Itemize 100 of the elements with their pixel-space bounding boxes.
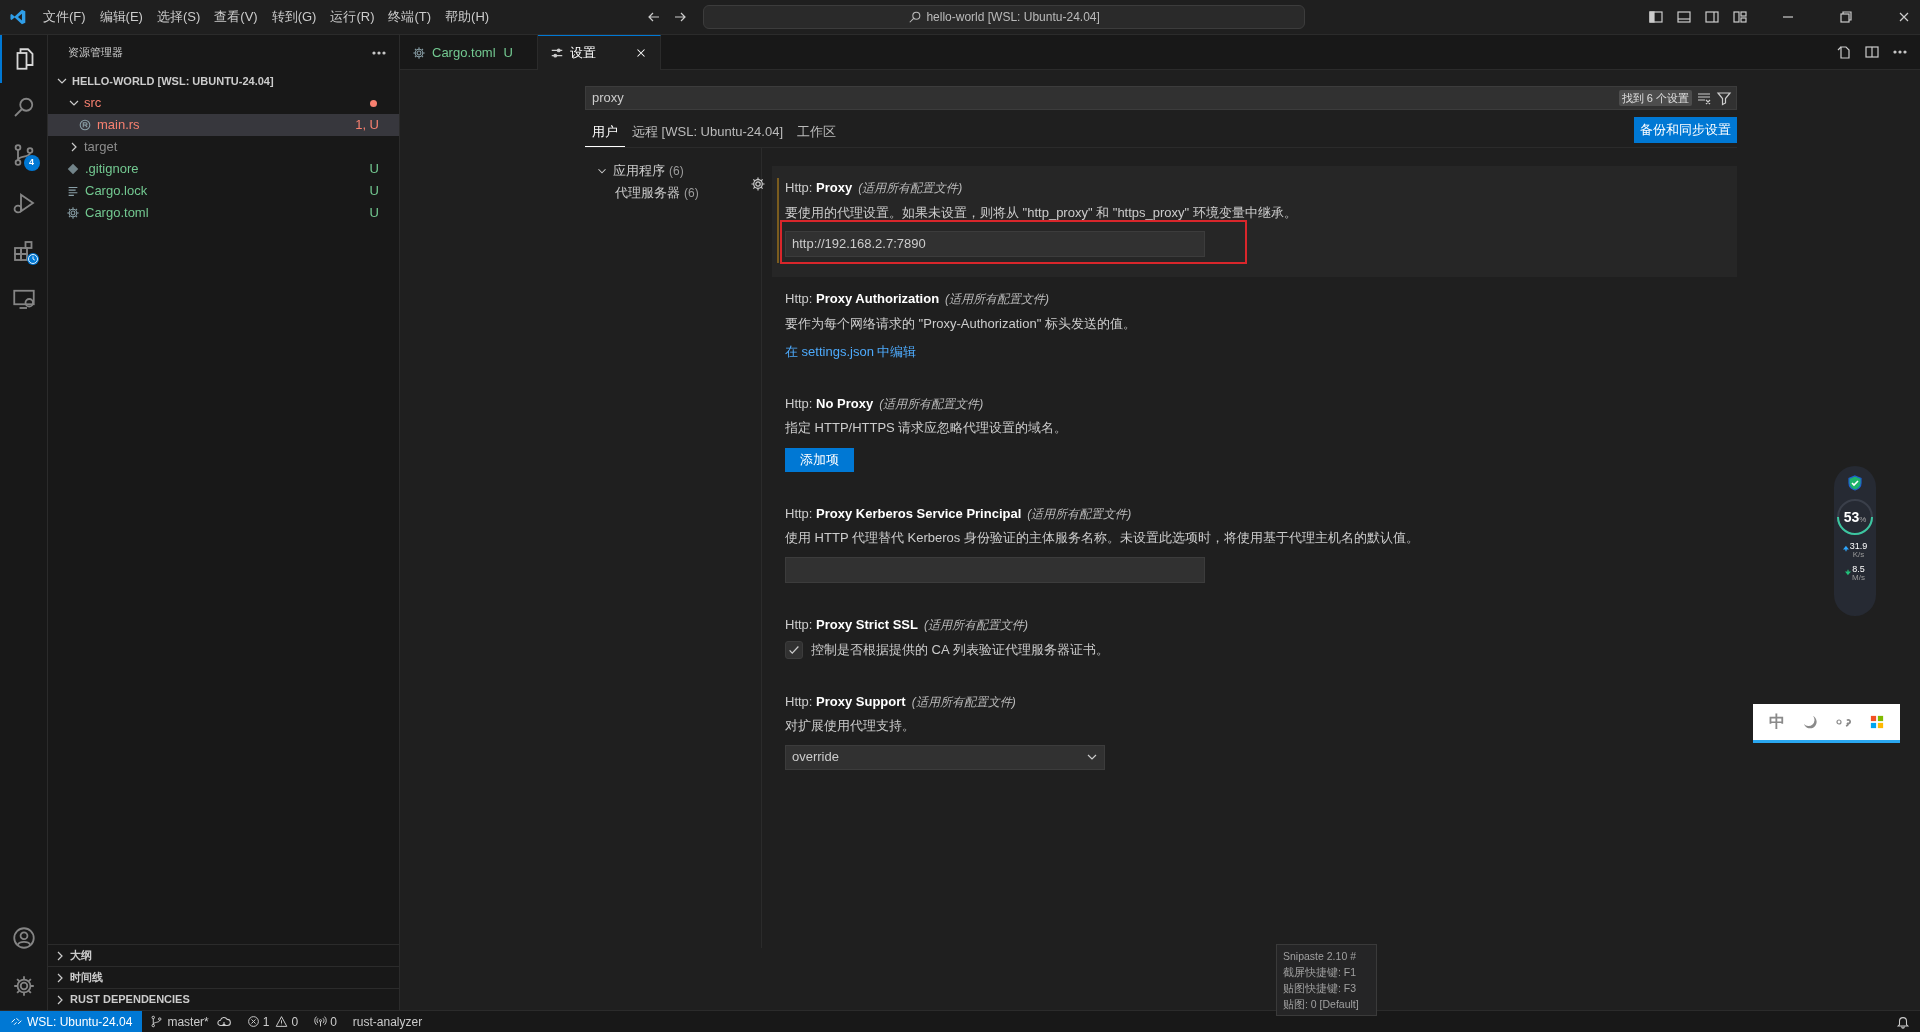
git-status-label: 1, U <box>355 116 379 135</box>
setting-description: 对扩展使用代理支持。 <box>785 717 916 735</box>
tooltip-line: 截屏快捷键: F1 <box>1283 965 1358 980</box>
git-status-label: U <box>369 204 379 223</box>
punctuation-icon[interactable] <box>1834 716 1853 728</box>
menu-item[interactable]: 运行(R) <box>323 7 382 27</box>
gauge-ring-icon <box>1836 498 1874 536</box>
problems-status[interactable]: 1 0 <box>238 1012 307 1031</box>
gear-icon <box>66 206 80 220</box>
git-status-label: U <box>369 160 379 179</box>
checkbox[interactable] <box>785 640 803 659</box>
open-file-icon[interactable] <box>1836 44 1852 60</box>
toc-item[interactable]: 应用程序 (6) <box>585 160 761 182</box>
notification-badge: 4 <box>23 155 40 171</box>
bell-icon[interactable] <box>1896 1014 1910 1029</box>
tree-item[interactable]: Cargo.lock U <box>48 180 399 202</box>
upload-speed: 31.9 <box>1849 542 1868 551</box>
sidebar-title: 资源管理器 <box>68 45 123 61</box>
moon-icon[interactable] <box>1802 714 1819 730</box>
setting-title: Http: Proxy Strict SSL (适用所有配置文件) <box>785 615 1029 634</box>
upload-arrow-icon <box>1842 545 1849 553</box>
cloud-sync-icon <box>216 1014 231 1029</box>
menu-item[interactable]: 查看(V) <box>207 7 265 27</box>
remote-explorer-icon[interactable] <box>11 287 36 311</box>
primary-sidebar-toggle-icon[interactable] <box>1648 9 1664 25</box>
tree-item[interactable]: main.rs 1, U <box>48 114 399 136</box>
menu-item[interactable]: 编辑(E) <box>92 7 150 27</box>
tree-item[interactable]: target <box>48 136 399 158</box>
scope-tab[interactable]: 远程 [WSL: Ubuntu-24.04] <box>625 117 790 147</box>
setting-description: 要使用的代理设置。如果未设置，则将从 "http_proxy" 和 "https_proxy" 环境变量中继承。 <box>785 203 1298 222</box>
tooltip-line: 贴图快捷键: F3 <box>1283 981 1358 996</box>
usage-percent: 53% <box>1843 510 1867 524</box>
tooltip-line: 贴图: 0 [Default] <box>1283 997 1360 1012</box>
section-header[interactable]: 大纲 <box>48 944 399 966</box>
menu-item[interactable]: 终端(T) <box>381 7 439 27</box>
editor-tab[interactable]: 设置 <box>538 35 661 70</box>
remote-icon <box>10 1015 23 1028</box>
text-input-field[interactable] <box>785 556 1205 583</box>
setting-description: 指定 HTTP/HTTPS 请求应忽略代理设置的域名。 <box>785 419 1069 437</box>
sync-button[interactable]: 备份和同步设置 <box>1634 117 1737 143</box>
workspace-header[interactable]: HELLO-WORLD [WSL: UBUNTU-24.04] <box>48 70 399 92</box>
account-icon[interactable] <box>11 926 36 950</box>
command-center[interactable]: hello-world [WSL: Ubuntu-24.04] <box>703 5 1306 29</box>
layout-icon[interactable] <box>1732 9 1748 25</box>
ports-status[interactable]: 0 <box>306 1012 345 1031</box>
settings-icon[interactable] <box>11 974 36 998</box>
branch-icon <box>150 1015 164 1028</box>
setting-title: Http: Proxy Kerberos Service Principal (适用所有配置文件) <box>785 504 1133 523</box>
setting-description: 要作为每个网络请求的 "Proxy-Authorization" 标头发送的值。 <box>785 314 1137 333</box>
filter-icon[interactable] <box>1716 90 1732 106</box>
speed-unit: K/s <box>1852 551 1865 559</box>
restore-icon[interactable] <box>1838 9 1854 25</box>
section-header[interactable]: 时间线 <box>48 966 399 988</box>
secondary-sidebar-toggle-icon[interactable] <box>1704 9 1720 25</box>
tree-item[interactable]: .gitignore U <box>48 158 399 180</box>
gear-icon <box>412 45 426 60</box>
tree-item[interactable]: Cargo.toml U <box>48 202 399 224</box>
menu-item[interactable]: 转到(G) <box>264 7 324 27</box>
search-icon <box>908 10 923 24</box>
setting-title: Http: Proxy Support (适用所有配置文件) <box>785 692 1017 711</box>
scope-tab[interactable]: 用户 <box>585 117 625 147</box>
clear-filter-icon[interactable] <box>1696 90 1712 106</box>
grid-squares-icon[interactable] <box>1869 715 1884 729</box>
warning-icon <box>275 1015 289 1028</box>
setting-title: Http: Proxy (适用所有配置文件) <box>785 179 964 197</box>
tooltip-line: Snipaste 2.10 # <box>1283 949 1357 964</box>
remote-indicator[interactable]: WSL: Ubuntu-24.04 <box>0 1010 143 1032</box>
toc-item[interactable]: 代理服务器 (6) <box>585 182 761 204</box>
diamond-icon <box>66 162 80 176</box>
lines-icon <box>66 184 80 198</box>
menu-item[interactable]: 帮助(H) <box>438 7 497 27</box>
setting-title: Http: No Proxy (适用所有配置文件) <box>785 394 985 413</box>
shield-check-icon <box>1847 474 1863 492</box>
split-editor-icon[interactable] <box>1864 44 1880 60</box>
download-arrow-icon <box>1845 568 1852 576</box>
error-icon <box>246 1015 260 1028</box>
add-item-button[interactable]: 添加项 <box>785 447 854 472</box>
branch-status[interactable]: master* <box>142 1012 239 1031</box>
scope-tab[interactable]: 工作区 <box>790 117 843 147</box>
git-status-label: U <box>369 182 379 201</box>
run-debug-icon[interactable] <box>11 191 36 215</box>
dropdown[interactable]: override <box>785 744 1105 770</box>
speed-unit: M/s <box>1852 574 1865 582</box>
setting-description: 控制是否根据提供的 CA 列表验证代理服务器证书。 <box>811 641 1109 659</box>
result-count-badge: 找到 6 个设置 <box>1618 89 1692 107</box>
menu-item[interactable]: 文件(F) <box>36 7 93 27</box>
tree-item[interactable]: src <box>48 92 399 114</box>
gear-icon[interactable] <box>750 176 766 192</box>
search-field[interactable]: proxy 找到 6 个设置 <box>585 86 1737 110</box>
rust-file-icon <box>78 118 92 132</box>
extension-status[interactable]: rust-analyzer <box>344 1012 431 1031</box>
setting-title: Http: Proxy Authorization (适用所有配置文件) <box>785 290 1051 308</box>
download-speed: 8.5 <box>1852 565 1865 574</box>
sliders-icon <box>550 46 564 60</box>
menu-item[interactable]: 选择(S) <box>149 7 208 27</box>
settings-json-link[interactable]: 在 settings.json 中编辑 <box>785 342 917 362</box>
panel-toggle-icon[interactable] <box>1676 9 1692 25</box>
antenna-icon <box>314 1015 328 1028</box>
editor-logo-icon <box>9 8 27 26</box>
text-input-field[interactable]: http://192.168.2.7:7890 <box>785 231 1205 257</box>
